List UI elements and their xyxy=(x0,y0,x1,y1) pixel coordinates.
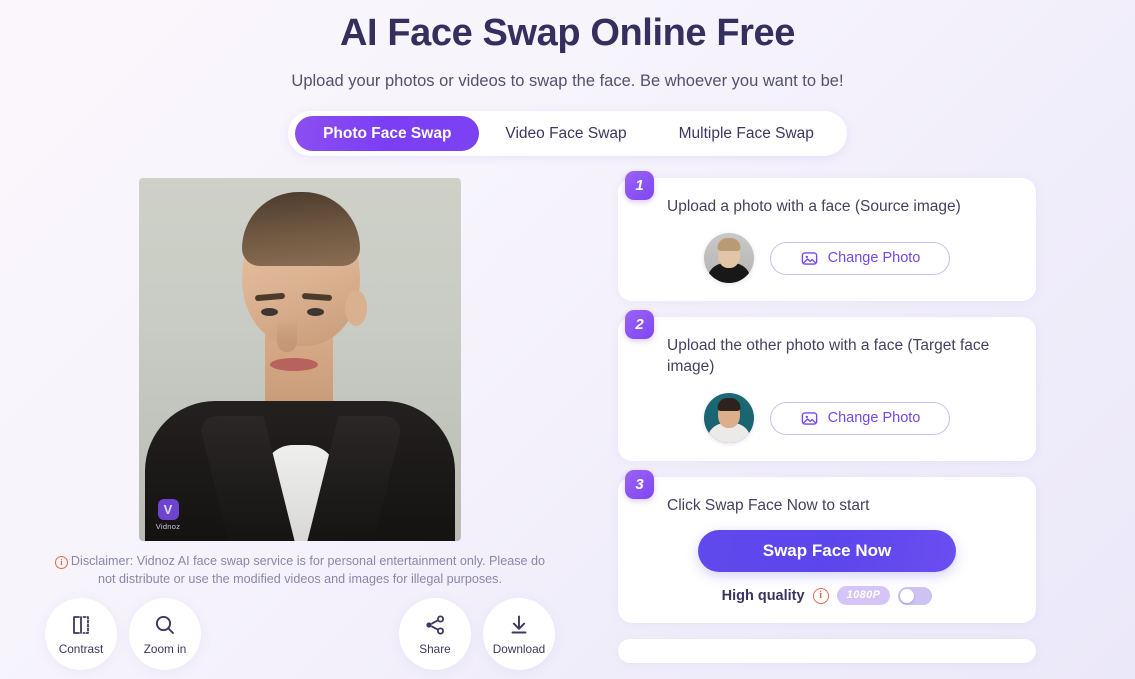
preview-eye-left xyxy=(261,308,278,316)
step-title-3: Click Swap Face Now to start xyxy=(667,497,870,514)
vidnoz-logo-icon: V xyxy=(157,499,179,520)
page-title: AI Face Swap Online Free xyxy=(340,12,795,54)
tab-photo-face-swap[interactable]: Photo Face Swap xyxy=(295,116,480,151)
change-photo-button-target[interactable]: Change Photo xyxy=(770,401,950,435)
step-card-1: 1 Upload a photo with a face (Source ima… xyxy=(618,171,1036,301)
zoom-in-button[interactable]: Zoom in xyxy=(129,598,201,670)
result-preview-image[interactable]: V Vidnoz xyxy=(139,178,461,541)
share-icon xyxy=(426,615,444,634)
disclaimer: i Disclaimer: Vidnoz AI face swap service… xyxy=(50,552,550,588)
share-label: Share xyxy=(419,641,451,656)
step-card-3: 3 Click Swap Face Now to start Swap Face… xyxy=(618,470,1036,623)
toggle-knob xyxy=(900,588,915,603)
tab-multiple-face-swap[interactable]: Multiple Face Swap xyxy=(653,116,840,151)
info-circle-icon: i xyxy=(54,556,68,569)
steps-column: 1 Upload a photo with a face (Source ima… xyxy=(618,171,1036,663)
tabbar-wrapper: Photo Face Swap Video Face Swap Multiple… xyxy=(0,111,1135,156)
download-button[interactable]: Download xyxy=(483,598,555,670)
high-quality-row: High quality i 1080P xyxy=(638,586,1016,605)
target-face-thumbnail[interactable] xyxy=(704,393,754,443)
image-toolbar: Contrast Zoom in Share Download xyxy=(45,598,555,674)
source-face-thumbnail[interactable] xyxy=(704,233,754,283)
step-badge-1: 1 xyxy=(625,171,654,200)
tab-video-face-swap[interactable]: Video Face Swap xyxy=(479,116,652,151)
step-badge-2: 2 xyxy=(625,310,654,339)
magnifier-icon xyxy=(155,615,174,634)
step-title-2: Upload the other photo with a face (Targ… xyxy=(667,337,990,375)
preview-lips xyxy=(270,358,318,371)
change-photo-label-source: Change Photo xyxy=(827,250,921,266)
download-icon xyxy=(511,615,527,633)
contrast-label: Contrast xyxy=(58,641,104,656)
preview-nose xyxy=(277,318,297,352)
source-upload-row: Change Photo xyxy=(704,233,1016,283)
preview-ear xyxy=(345,290,367,326)
swap-face-now-button[interactable]: Swap Face Now xyxy=(698,530,956,572)
zoom-in-label: Zoom in xyxy=(143,641,187,656)
page-header: AI Face Swap Online Free Upload your pho… xyxy=(0,0,1135,92)
change-photo-label-target: Change Photo xyxy=(827,410,921,426)
share-button[interactable]: Share xyxy=(399,598,471,670)
step-title-1: Upload a photo with a face (Source image… xyxy=(667,198,961,215)
high-quality-toggle[interactable] xyxy=(898,586,933,605)
page-subtitle: Upload your photos or videos to swap the… xyxy=(291,72,844,90)
preview-hair xyxy=(242,192,360,266)
vidnoz-watermark-label: Vidnoz xyxy=(155,522,181,531)
avatar-hair xyxy=(717,398,741,411)
image-icon xyxy=(801,251,817,265)
preview-eye-right xyxy=(307,308,324,316)
disclaimer-text: Disclaimer: Vidnoz AI face swap service … xyxy=(70,554,546,586)
toolbar-right-group: Share Download xyxy=(399,598,555,670)
change-photo-button-source[interactable]: Change Photo xyxy=(770,241,950,275)
target-upload-row: Change Photo xyxy=(704,393,1016,443)
toolbar-left-group: Contrast Zoom in xyxy=(45,598,201,670)
download-label: Download xyxy=(492,641,546,656)
step-card-2: 2 Upload the other photo with a face (Ta… xyxy=(618,310,1036,461)
image-icon xyxy=(801,411,817,425)
vidnoz-watermark: V Vidnoz xyxy=(151,499,185,531)
main-content: V Vidnoz i Disclaimer: Vidnoz AI face swa… xyxy=(0,171,1135,674)
info-circle-icon[interactable]: i xyxy=(812,587,829,604)
quality-badge: 1080P xyxy=(836,586,891,605)
step-card-4-partial xyxy=(618,639,1036,663)
contrast-icon xyxy=(73,615,89,634)
avatar-hair xyxy=(717,238,741,251)
preview-column: V Vidnoz i Disclaimer: Vidnoz AI face swa… xyxy=(0,178,600,674)
tabbar: Photo Face Swap Video Face Swap Multiple… xyxy=(288,111,847,156)
contrast-button[interactable]: Contrast xyxy=(45,598,117,670)
high-quality-label: High quality xyxy=(721,587,805,604)
step-badge-3: 3 xyxy=(625,470,654,499)
